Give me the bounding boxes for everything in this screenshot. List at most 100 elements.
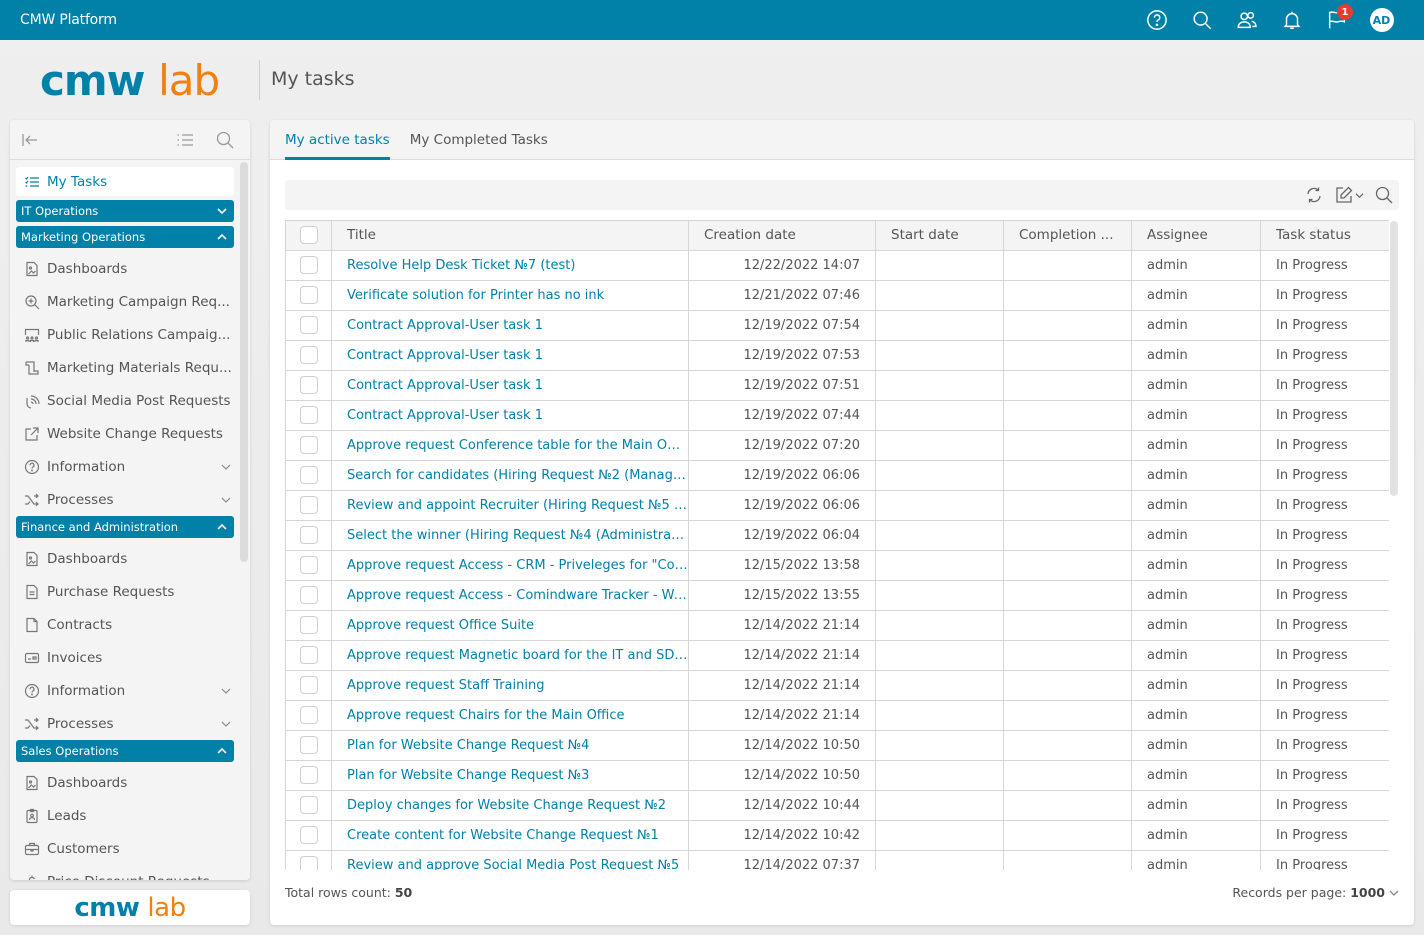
row-title-link[interactable]: Create content for Website Change Reques… — [331, 820, 689, 851]
notifications-button[interactable] — [1269, 0, 1314, 40]
chevron-down-icon[interactable] — [220, 685, 232, 697]
row-checkbox[interactable] — [299, 436, 318, 454]
sidebar-item-marketing-materials[interactable]: Marketing Materials Requ... — [16, 351, 234, 384]
row-checkbox[interactable] — [299, 466, 318, 484]
list-view-button[interactable] — [175, 130, 195, 150]
user-menu-button[interactable]: AD — [1359, 0, 1404, 40]
table-row[interactable]: Select the winner (Hiring Request №4 (Ad… — [285, 520, 1389, 551]
app-title[interactable]: CMW Platform — [20, 12, 117, 28]
sidebar-item-finance-processes[interactable]: Processes — [16, 707, 234, 740]
table-row[interactable]: Review and approve Social Media Post Req… — [285, 850, 1389, 870]
row-title-link[interactable]: Contract Approval-User task 1 — [331, 400, 689, 431]
row-checkbox[interactable] — [299, 706, 318, 724]
group-finance-administration[interactable]: Finance and Administration — [16, 516, 234, 538]
table-row[interactable]: Approve request Magnetic board for the I… — [285, 640, 1389, 671]
records-per-page-select[interactable]: Records per page: 1000 — [1232, 885, 1399, 900]
row-title-link[interactable]: Approve request Chairs for the Main Offi… — [331, 700, 689, 731]
row-title-link[interactable]: Select the winner (Hiring Request №4 (Ad… — [331, 520, 689, 551]
help-button[interactable] — [1134, 0, 1179, 40]
row-checkbox[interactable] — [299, 316, 318, 334]
grid-scrollbar[interactable] — [1390, 221, 1398, 496]
table-row[interactable]: Verificate solution for Printer has no i… — [285, 280, 1389, 311]
table-row[interactable]: Search for candidates (Hiring Request №2… — [285, 460, 1389, 491]
row-checkbox[interactable] — [299, 496, 318, 514]
sidebar-item-invoices[interactable]: Invoices — [16, 641, 234, 674]
chevron-down-icon[interactable] — [220, 461, 232, 473]
row-title-link[interactable]: Approve request Office Suite — [331, 610, 689, 641]
group-it-operations[interactable]: IT Operations — [16, 200, 234, 222]
column-header-task-status[interactable]: Task status — [1260, 221, 1389, 251]
row-checkbox[interactable] — [299, 346, 318, 364]
row-checkbox[interactable] — [299, 676, 318, 694]
sidebar-item-my-tasks[interactable]: My Tasks — [16, 167, 234, 196]
sidebar-item-marketing-processes[interactable]: Processes — [16, 483, 234, 516]
table-row[interactable]: Contract Approval-User task 1 12/19/2022 … — [285, 370, 1389, 401]
table-row[interactable]: Contract Approval-User task 1 12/19/2022 … — [285, 310, 1389, 341]
row-checkbox[interactable] — [299, 616, 318, 634]
row-title-link[interactable]: Search for candidates (Hiring Request №2… — [331, 460, 689, 491]
table-row[interactable]: Approve request Conference table for the… — [285, 430, 1389, 461]
row-title-link[interactable]: Contract Approval-User task 1 — [331, 310, 689, 341]
row-checkbox[interactable] — [299, 256, 318, 274]
row-title-link[interactable]: Review and approve Social Media Post Req… — [331, 850, 689, 870]
search-button[interactable] — [1179, 0, 1224, 40]
row-checkbox[interactable] — [299, 556, 318, 574]
column-header-creation-date[interactable]: Creation date — [688, 221, 876, 251]
sidebar-search-button[interactable] — [215, 130, 235, 150]
row-title-link[interactable]: Contract Approval-User task 1 — [331, 340, 689, 371]
row-checkbox[interactable] — [299, 766, 318, 784]
row-checkbox[interactable] — [299, 736, 318, 754]
table-row[interactable]: Approve request Access - Comindware Trac… — [285, 580, 1389, 611]
collapse-sidebar-button[interactable] — [20, 130, 40, 150]
row-checkbox[interactable] — [299, 586, 318, 604]
row-title-link[interactable]: Review and appoint Recruiter (Hiring Req… — [331, 490, 689, 521]
refresh-button[interactable] — [1304, 185, 1324, 205]
logo[interactable]: cmw lab — [40, 56, 220, 106]
row-title-link[interactable]: Approve request Conference table for the… — [331, 430, 689, 461]
edit-menu-button[interactable] — [1334, 185, 1366, 205]
table-row[interactable]: Contract Approval-User task 1 12/19/2022 … — [285, 340, 1389, 371]
column-header-start-date[interactable]: Start date — [875, 221, 1004, 251]
sidebar-item-public-relations[interactable]: Public Relations Campaig... — [16, 318, 234, 351]
table-row[interactable]: Plan for Website Change Request №4 12/14/… — [285, 730, 1389, 761]
sidebar-item-sales-dashboards[interactable]: Dashboards — [16, 766, 234, 799]
table-row[interactable]: Deploy changes for Website Change Reques… — [285, 790, 1389, 821]
sidebar-item-purchase-requests[interactable]: Purchase Requests — [16, 575, 234, 608]
sidebar-item-marketing-campaign-requests[interactable]: Marketing Campaign Req... — [16, 285, 234, 318]
column-header-assignee[interactable]: Assignee — [1131, 221, 1261, 251]
row-checkbox[interactable] — [299, 856, 318, 870]
row-title-link[interactable]: Approve request Magnetic board for the I… — [331, 640, 689, 671]
row-checkbox[interactable] — [299, 286, 318, 304]
table-row[interactable]: Contract Approval-User task 1 12/19/2022 … — [285, 400, 1389, 431]
table-row[interactable]: Approve request Chairs for the Main Offi… — [285, 700, 1389, 731]
group-marketing-operations[interactable]: Marketing Operations — [16, 226, 234, 248]
row-title-link[interactable]: Plan for Website Change Request №4 — [331, 730, 689, 761]
grid-search-button[interactable] — [1374, 185, 1394, 205]
column-header-completion-date[interactable]: Completion ... — [1003, 221, 1132, 251]
row-checkbox[interactable] — [299, 826, 318, 844]
row-checkbox[interactable] — [299, 796, 318, 814]
row-title-link[interactable]: Approve request Staff Training — [331, 670, 689, 701]
chevron-down-icon[interactable] — [220, 718, 232, 730]
row-checkbox[interactable] — [299, 406, 318, 424]
row-title-link[interactable]: Verificate solution for Printer has no i… — [331, 280, 689, 311]
sidebar-item-customers[interactable]: Customers — [16, 832, 234, 865]
row-checkbox[interactable] — [299, 646, 318, 664]
select-all-checkbox[interactable] — [299, 226, 318, 245]
chevron-down-icon[interactable] — [220, 494, 232, 506]
sidebar-item-social-media[interactable]: Social Media Post Requests — [16, 384, 234, 417]
table-row[interactable]: Approve request Staff Training 12/14/2022… — [285, 670, 1389, 701]
messages-button[interactable]: 1 — [1314, 0, 1359, 40]
row-title-link[interactable]: Deploy changes for Website Change Reques… — [331, 790, 689, 821]
sidebar-item-leads[interactable]: Leads — [16, 799, 234, 832]
row-checkbox[interactable] — [299, 376, 318, 394]
table-row[interactable]: Create content for Website Change Reques… — [285, 820, 1389, 851]
sidebar-item-marketing-dashboards[interactable]: Dashboards — [16, 252, 234, 285]
table-row[interactable]: Approve request Access - CRM - Privelege… — [285, 550, 1389, 581]
table-row[interactable]: Approve request Office Suite 12/14/2022 2… — [285, 610, 1389, 641]
row-checkbox[interactable] — [299, 526, 318, 544]
row-title-link[interactable]: Plan for Website Change Request №3 — [331, 760, 689, 791]
sidebar-item-marketing-information[interactable]: Information — [16, 450, 234, 483]
tab-my-completed-tasks[interactable]: My Completed Tasks — [410, 120, 548, 159]
sidebar-scrollbar[interactable] — [240, 162, 248, 562]
